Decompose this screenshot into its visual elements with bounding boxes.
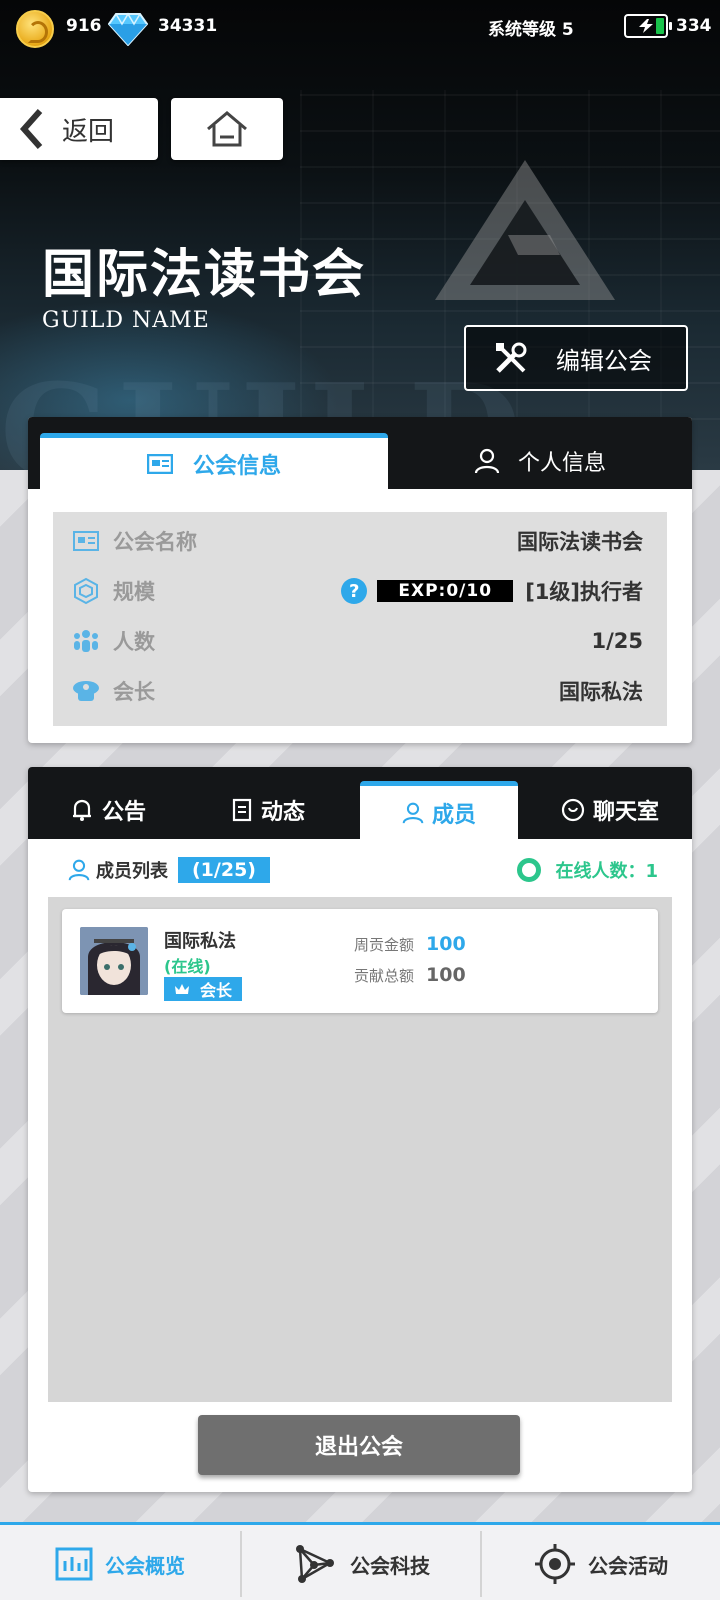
total-contribution-label: 贡献总额 (354, 966, 415, 985)
coin-count: 916 (66, 16, 102, 36)
user-icon (474, 448, 500, 474)
member-name: 国际私法 (164, 931, 236, 952)
info-tab-bar: 公会信息 个人信息 (28, 417, 692, 489)
info-label: 会长 (113, 680, 155, 704)
member-list[interactable]: 国际私法 (在线) 会长 周贡金额 100 贡献总额 100 (48, 897, 672, 1402)
guild-logo-icon (435, 160, 615, 300)
nav-guild-overview-label: 公会概览 (105, 1553, 185, 1578)
status-bar: 916 34331 系统等级 5 334 (0, 0, 720, 52)
network-icon (296, 1545, 334, 1583)
info-value: 1/25 (591, 629, 643, 653)
list-item[interactable]: 国际私法 (在线) 会长 周贡金额 100 贡献总额 100 (62, 909, 658, 1013)
tab-personal-info[interactable]: 个人信息 (388, 433, 692, 489)
tab-members-label: 成员 (431, 802, 476, 828)
help-icon[interactable]: ? (341, 578, 368, 604)
tab-activity[interactable]: 动态 (188, 781, 348, 839)
total-contribution-value: 100 (426, 964, 466, 986)
id-card-icon (71, 526, 101, 556)
weekly-contribution-label: 周贡金额 (354, 935, 415, 954)
tab-guild-info-label: 公会信息 (192, 453, 281, 479)
weekly-contribution-value: 100 (426, 933, 466, 955)
guild-info-box: 公会名称 国际法读书会 规模 ? EXP:0/10 [1级]执行者 人数 1/2… (53, 512, 667, 726)
tools-icon (496, 342, 527, 373)
edit-guild-button[interactable]: 编辑公会 (464, 325, 688, 391)
role-badge: 会长 (164, 977, 242, 1001)
tab-chatroom-label: 聊天室 (592, 800, 659, 825)
avatar[interactable] (80, 927, 148, 995)
tab-members[interactable]: 成员 (360, 781, 518, 839)
target-icon (535, 1544, 575, 1584)
tab-guild-info[interactable]: 公会信息 (40, 433, 388, 489)
info-row-scale: 规模 ? EXP:0/10 [1级]执行者 (53, 566, 667, 616)
member-list-header: 成员列表 (1/25) (68, 855, 270, 885)
exp-bar: EXP:0/10 (377, 580, 514, 602)
gem-count: 34331 (158, 16, 218, 36)
back-label: 返回 (62, 116, 115, 147)
crown-icon (174, 984, 189, 994)
info-row-guild-name: 公会名称 国际法读书会 (53, 516, 667, 566)
chevron-left-icon (19, 109, 43, 149)
info-value: 国际私法 (559, 680, 643, 704)
people-icon (71, 626, 101, 656)
info-row-members: 人数 1/25 (53, 616, 667, 666)
members-tab-bar: 公告 动态 成员 聊天室 (28, 767, 692, 839)
chat-icon (561, 798, 585, 822)
bottom-nav: 公会概览 公会科技 公会活动 (0, 1522, 720, 1600)
tab-chatroom[interactable]: 聊天室 (528, 781, 692, 839)
quit-guild-button[interactable]: 退出公会 (198, 1415, 520, 1475)
nav-guild-overview[interactable]: 公会概览 (0, 1525, 240, 1600)
guild-subtitle: GUILD NAME (42, 308, 210, 333)
info-row-leader: 会长 国际私法 (53, 666, 667, 716)
info-label: 人数 (113, 630, 155, 654)
user-icon (68, 859, 90, 881)
nav-guild-tech[interactable]: 公会科技 (242, 1525, 480, 1600)
tab-announcement[interactable]: 公告 (28, 781, 188, 839)
nav-guild-tech-label: 公会科技 (350, 1553, 430, 1578)
captain-hat-icon (71, 676, 101, 706)
tab-announcement-label: 公告 (101, 800, 146, 825)
info-label: 公会名称 (113, 530, 197, 554)
weekly-contribution: 周贡金额 100 (354, 933, 466, 955)
tab-personal-info-label: 个人信息 (517, 451, 606, 476)
diamond-icon (108, 12, 148, 46)
nav-guild-activity[interactable]: 公会活动 (482, 1525, 720, 1600)
role-label: 会长 (199, 981, 232, 1000)
energy-battery-icon (624, 14, 672, 38)
home-icon (207, 111, 247, 147)
info-label: 规模 (113, 580, 155, 604)
nav-guild-activity-label: 公会活动 (588, 1553, 668, 1578)
guild-info-panel: 公会信息 个人信息 公会名称 国际法读书会 规模 ? EXP:0/10 [1级]… (28, 417, 692, 743)
info-value: 国际法读书会 (517, 530, 643, 554)
back-button[interactable]: 返回 (0, 98, 158, 160)
online-count: 在线人数：1 (517, 855, 658, 885)
system-level: 系统等级 5 (488, 20, 574, 40)
edit-guild-label: 编辑公会 (556, 346, 652, 375)
member-online-status: (在线) (164, 957, 211, 976)
energy-count: 334 (676, 16, 712, 36)
total-contribution: 贡献总额 100 (354, 964, 466, 986)
cube-icon (71, 576, 101, 606)
chart-icon (55, 1547, 93, 1581)
exp-group: ? EXP:0/10 [1级]执行者 (341, 576, 643, 606)
online-status-icon (517, 858, 542, 882)
guild-members-panel: 公告 动态 成员 聊天室 成员列表 (1/25) 在线人数：1 国际私法 (在线… (28, 767, 692, 1492)
id-card-icon (146, 453, 173, 474)
note-icon (232, 798, 252, 822)
user-icon (402, 802, 424, 823)
tab-activity-label: 动态 (260, 800, 305, 825)
guild-title: 国际法读书会 (42, 244, 367, 305)
guild-rank: [1级]执行者 (525, 580, 643, 604)
bell-icon (72, 799, 91, 821)
member-count-badge: (1/25) (178, 857, 270, 883)
online-count-label: 在线人数：1 (555, 861, 658, 882)
home-button[interactable] (171, 98, 283, 160)
member-list-title: 成员列表 (96, 861, 168, 882)
coin-icon (16, 10, 54, 48)
